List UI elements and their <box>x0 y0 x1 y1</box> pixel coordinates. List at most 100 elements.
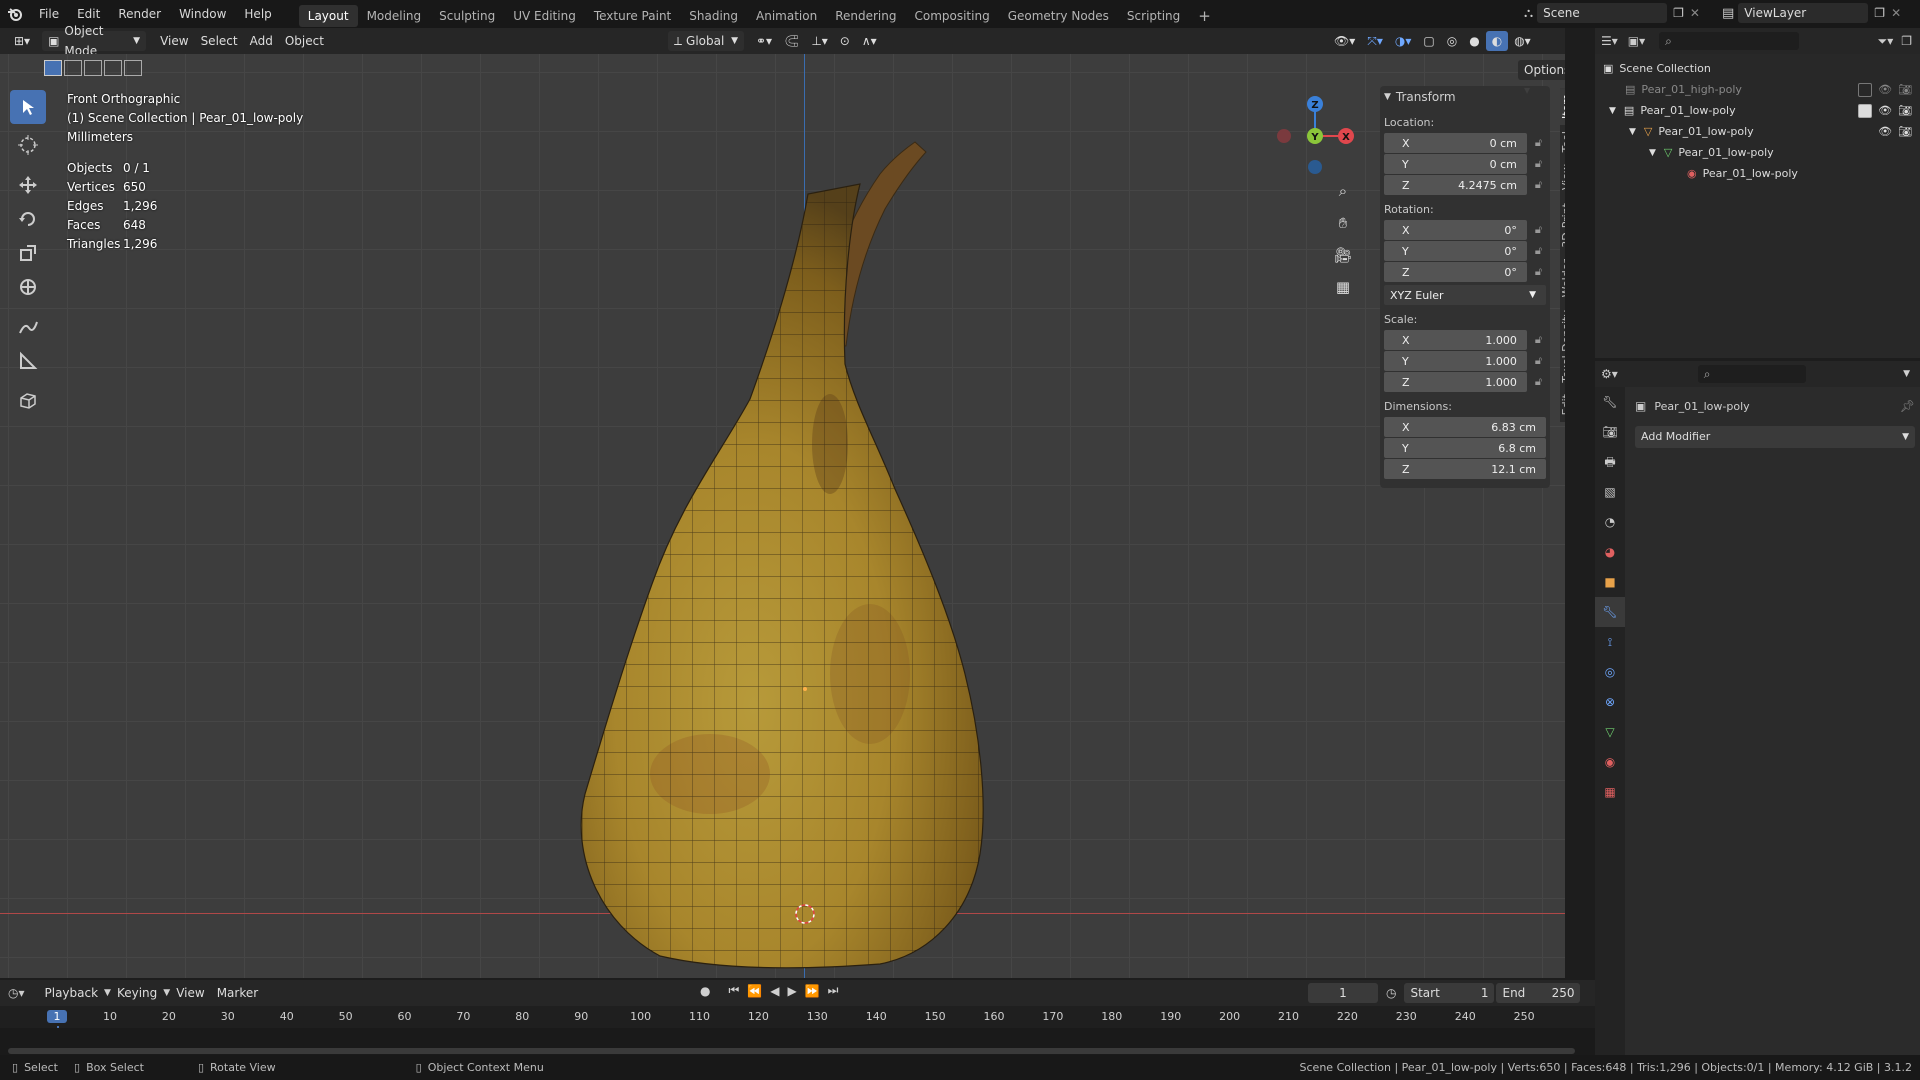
location-x-field[interactable]: X 0 cm <box>1384 133 1527 153</box>
clock-icon[interactable]: ◷ <box>1386 986 1396 1000</box>
select-box-tool-icon[interactable] <box>10 90 46 124</box>
keyframe-next-icon[interactable]: ⏩ <box>805 984 820 998</box>
eye-icon[interactable]: 👁︎ <box>1878 125 1892 138</box>
outliner-scene-collection[interactable]: ▣ Scene Collection <box>1603 58 1912 79</box>
rotation-z-field[interactable]: Z 0° <box>1384 262 1527 282</box>
add-modifier-button[interactable]: Add Modifier ▼ <box>1635 426 1915 448</box>
menu-file[interactable]: File <box>30 0 68 28</box>
exclude-checkbox[interactable] <box>1858 103 1873 118</box>
new-view-layer-icon[interactable]: ❐ <box>1874 6 1885 20</box>
add-cube-tool-icon[interactable] <box>10 384 46 418</box>
camera-view-icon[interactable]: 🎥︎ <box>1330 246 1356 278</box>
view-layer-field[interactable]: ViewLayer <box>1738 3 1869 23</box>
editor-type-icon[interactable]: ⊞▾ <box>8 31 36 51</box>
material-tab-icon[interactable]: ◉ <box>1595 747 1625 777</box>
workspace-tab-sculpting[interactable]: Sculpting <box>430 5 504 27</box>
menu-window[interactable]: Window <box>170 0 235 28</box>
render-tab-icon[interactable]: 📷︎ <box>1595 417 1625 447</box>
scale-z-field[interactable]: Z 1.000 <box>1384 372 1527 392</box>
new-scene-icon[interactable]: ❐ <box>1673 6 1684 20</box>
lock-icon[interactable]: 🔓︎ <box>1531 375 1546 389</box>
annotate-tool-icon[interactable] <box>10 310 46 344</box>
start-frame-field[interactable]: Start 1 <box>1404 983 1495 1003</box>
dimensions-z-field[interactable]: Z 12.1 cm <box>1384 459 1546 479</box>
end-frame-field[interactable]: End 250 <box>1496 983 1581 1003</box>
add-workspace-button[interactable]: + <box>1189 5 1220 27</box>
menu-object[interactable]: Object <box>279 31 330 51</box>
camera-icon[interactable]: 📷︎ <box>1898 83 1912 96</box>
current-frame-field[interactable]: 1 <box>1308 983 1378 1003</box>
scene-selector[interactable]: ⛬ Scene ❐ ✕ <box>1524 3 1700 23</box>
ortho-grid-icon[interactable]: ▦ <box>1330 278 1356 310</box>
display-mode-icon[interactable]: ▣▾ <box>1628 34 1645 48</box>
jump-end-icon[interactable]: ⏭ <box>828 983 839 998</box>
outliner-item-low-poly-object[interactable]: ▼ ▽ Pear_01_low-poly 👁︎ 📷︎ <box>1603 121 1912 142</box>
shading-material-icon[interactable]: ◐ <box>1485 31 1509 51</box>
lock-icon[interactable]: 🔓︎ <box>1531 333 1546 347</box>
gizmo-toggle-icon[interactable]: ⤧▾ <box>1361 31 1389 51</box>
workspace-tab-texture-paint[interactable]: Texture Paint <box>585 5 680 27</box>
overlay-toggle-icon[interactable]: ◑▾ <box>1389 31 1418 51</box>
camera-icon[interactable]: 📷︎ <box>1898 125 1912 138</box>
play-reverse-icon[interactable]: ◀ <box>770 984 779 998</box>
view-layer-tab-icon[interactable]: ▧ <box>1595 477 1625 507</box>
outliner-item-low-poly-mesh[interactable]: ▼ ▽ Pear_01_low-poly <box>1603 142 1912 163</box>
3d-viewport[interactable]: Options ▾ Fro <box>0 54 1582 978</box>
outliner-item-low-poly-material[interactable]: ◉ Pear_01_low-poly <box>1603 163 1912 184</box>
menu-keying[interactable]: Keying <box>111 983 163 1003</box>
texture-tab-icon[interactable]: ▦ <box>1595 777 1625 807</box>
lock-icon[interactable]: 🔓︎ <box>1531 244 1546 258</box>
scale-x-field[interactable]: X 1.000 <box>1384 330 1527 350</box>
transform-orientation-dropdown[interactable]: ⟂ Global ▼ <box>668 31 744 51</box>
properties-search-input[interactable]: ⌕ <box>1697 365 1806 383</box>
move-tool-icon[interactable] <box>10 168 46 202</box>
scene-name-field[interactable]: Scene <box>1537 3 1668 23</box>
lock-icon[interactable]: 🔓︎ <box>1531 136 1546 150</box>
menu-help[interactable]: Help <box>235 0 280 28</box>
filter-icon[interactable]: ⏷▾ <box>1878 34 1894 49</box>
scale-tool-icon[interactable] <box>10 236 46 270</box>
menu-view[interactable]: View <box>154 31 194 51</box>
new-collection-icon[interactable]: ❐ <box>1901 34 1912 48</box>
select-invert-icon[interactable] <box>104 60 122 76</box>
editor-type-icon[interactable]: ☰▾ <box>1601 34 1618 48</box>
chevron-down-icon[interactable]: ▼ <box>1629 127 1636 137</box>
snap-target-icon[interactable]: ⊥▾ <box>805 31 833 51</box>
workspace-tab-shading[interactable]: Shading <box>680 5 747 27</box>
particles-tab-icon[interactable]: ⟟ <box>1595 627 1625 657</box>
shading-rendered-icon[interactable]: ◍▾ <box>1508 31 1537 51</box>
timeline-scrollbar[interactable] <box>8 1048 1575 1054</box>
outliner-item-high-poly[interactable]: ▤ Pear_01_high-poly 👁︎ 📷︎ <box>1603 79 1912 100</box>
dimensions-x-field[interactable]: X 6.83 cm <box>1384 417 1546 437</box>
data-tab-icon[interactable]: ▽ <box>1595 717 1625 747</box>
shading-solid-icon[interactable]: ● <box>1463 31 1485 51</box>
modifier-tab-icon[interactable]: 🔧︎ <box>1595 597 1625 627</box>
play-icon[interactable]: ▶ <box>787 984 796 998</box>
select-extend-icon[interactable] <box>64 60 82 76</box>
pear-mesh[interactable] <box>560 114 1020 984</box>
menu-select[interactable]: Select <box>195 31 244 51</box>
chevron-down-icon[interactable]: ▼ <box>1609 106 1616 116</box>
camera-icon[interactable]: 📷︎ <box>1898 104 1912 117</box>
select-intersect-icon[interactable] <box>124 60 142 76</box>
jump-start-icon[interactable]: ⏮ <box>728 983 739 998</box>
cursor-tool-icon[interactable] <box>10 128 46 162</box>
workspace-tab-uv-editing[interactable]: UV Editing <box>504 5 585 27</box>
rotation-y-field[interactable]: Y 0° <box>1384 241 1527 261</box>
dimensions-y-field[interactable]: Y 6.8 cm <box>1384 438 1546 458</box>
workspace-tab-animation[interactable]: Animation <box>747 5 826 27</box>
xray-toggle-icon[interactable]: ▢ <box>1417 31 1440 51</box>
delete-scene-icon[interactable]: ✕ <box>1690 6 1700 20</box>
editor-type-icon[interactable]: ⚙︎▾ <box>1601 367 1618 381</box>
location-z-field[interactable]: Z 4.2475 cm <box>1384 175 1527 195</box>
workspace-tab-compositing[interactable]: Compositing <box>905 5 998 27</box>
proportional-edit-icon[interactable]: ⊙ <box>834 31 856 51</box>
world-tab-icon[interactable]: ◕ <box>1595 537 1625 567</box>
lock-icon[interactable]: 🔓︎ <box>1531 354 1546 368</box>
menu-playback[interactable]: Playback <box>39 983 105 1003</box>
transform-tool-icon[interactable] <box>10 270 46 304</box>
exclude-checkbox[interactable] <box>1858 82 1873 97</box>
scene-tab-icon[interactable]: ◔ <box>1595 507 1625 537</box>
eye-icon[interactable]: 👁︎ <box>1878 104 1892 117</box>
menu-add[interactable]: Add <box>244 31 279 51</box>
